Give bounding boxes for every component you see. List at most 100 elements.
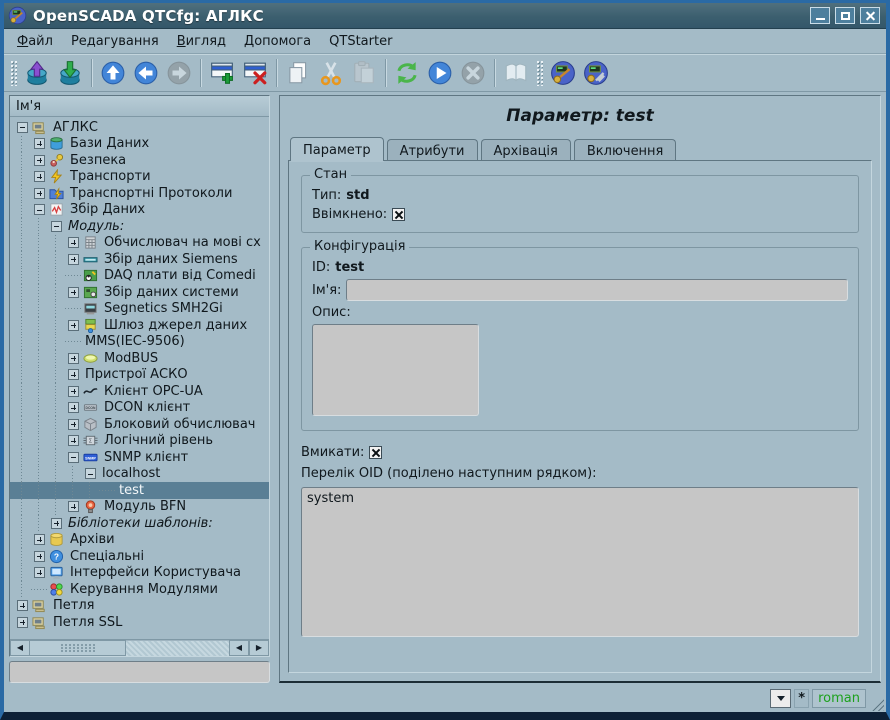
tab-parameter[interactable]: Параметр xyxy=(290,137,384,161)
add-item-button[interactable] xyxy=(206,57,238,89)
close-button[interactable] xyxy=(860,7,880,24)
expand-plus-icon[interactable] xyxy=(34,171,45,182)
expand-plus-icon[interactable] xyxy=(68,287,79,298)
toolbar-drag-handle[interactable] xyxy=(536,60,543,86)
tree-item-selected[interactable]: test xyxy=(10,482,269,499)
collapse-minus-icon[interactable] xyxy=(34,204,45,215)
tree-item[interactable]: Модуль BFN xyxy=(10,499,269,516)
start-button[interactable] xyxy=(424,57,456,89)
manual-button[interactable] xyxy=(500,57,532,89)
tree-item[interactable]: АГЛКС xyxy=(10,119,269,136)
tree-item[interactable]: Бібліотеки шаблонів: xyxy=(10,515,269,532)
tab-attributes[interactable]: Атрибути xyxy=(387,139,478,160)
maximize-button[interactable] xyxy=(835,7,855,24)
expand-plus-icon[interactable] xyxy=(17,617,28,628)
go-up-button[interactable] xyxy=(97,57,129,89)
minimize-button[interactable] xyxy=(810,7,830,24)
menu-item[interactable]: Вигляд xyxy=(168,31,235,52)
description-textarea[interactable] xyxy=(312,324,479,416)
tab-inclusion[interactable]: Включення xyxy=(574,139,677,160)
tab-archiving[interactable]: Архівація xyxy=(481,139,571,160)
expand-plus-icon[interactable] xyxy=(68,353,79,364)
save-to-db-button[interactable] xyxy=(54,57,86,89)
tree-item[interactable]: Збір даних системи xyxy=(10,284,269,301)
expand-plus-icon[interactable] xyxy=(68,320,79,331)
scroll-thumb[interactable] xyxy=(30,640,126,656)
delete-item-button[interactable] xyxy=(239,57,271,89)
toolbar-drag-handle[interactable] xyxy=(10,60,17,86)
tree-item[interactable]: Обчислювач на мові сх xyxy=(10,235,269,252)
expand-plus-icon[interactable] xyxy=(34,551,45,562)
expand-plus-icon[interactable] xyxy=(68,369,79,380)
enabled-checkbox[interactable] xyxy=(392,208,405,221)
collapse-minus-icon[interactable] xyxy=(17,122,28,133)
tree-item[interactable]: Петля SSL xyxy=(10,614,269,631)
tree-item[interactable]: localhost xyxy=(10,466,269,483)
expand-plus-icon[interactable] xyxy=(34,155,45,166)
tree-item[interactable]: Блоковий обчислювач xyxy=(10,416,269,433)
name-input[interactable] xyxy=(346,279,848,301)
collapse-minus-icon[interactable] xyxy=(85,468,96,479)
tree-item[interactable]: DAQ плати від Comedi xyxy=(10,268,269,285)
go-back-button[interactable] xyxy=(130,57,162,89)
tree-item[interactable]: Збір даних Siemens xyxy=(10,251,269,268)
expand-plus-icon[interactable] xyxy=(34,188,45,199)
tree-item[interactable]: Клієнт OPC-UA xyxy=(10,383,269,400)
scroll-step-left-icon[interactable] xyxy=(229,640,249,656)
tree-item[interactable]: Інтерфейси Користувача xyxy=(10,565,269,582)
expand-plus-icon[interactable] xyxy=(68,419,79,430)
status-user[interactable]: roman xyxy=(812,689,866,708)
tree-item[interactable]: Безпека xyxy=(10,152,269,169)
load-from-db-button[interactable] xyxy=(21,57,53,89)
tree-horizontal-scrollbar[interactable] xyxy=(10,639,269,656)
expand-plus-icon[interactable] xyxy=(68,501,79,512)
tree-item[interactable]: ΣЛогічний рівень xyxy=(10,433,269,450)
tree-item[interactable]: Шлюз джерел даних xyxy=(10,317,269,334)
expand-plus-icon[interactable] xyxy=(68,237,79,248)
expand-plus-icon[interactable] xyxy=(68,402,79,413)
tree-item[interactable]: MMS(IEC-9506) xyxy=(10,334,269,351)
expand-plus-icon[interactable] xyxy=(34,138,45,149)
tree-item[interactable]: Модуль: xyxy=(10,218,269,235)
tree-item[interactable]: Архіви xyxy=(10,532,269,549)
tree-item[interactable]: Петля xyxy=(10,598,269,615)
collapse-minus-icon[interactable] xyxy=(51,221,62,232)
scroll-left-icon[interactable] xyxy=(10,640,30,656)
tree-item[interactable]: Пристрої АСКО xyxy=(10,367,269,384)
expand-plus-icon[interactable] xyxy=(68,254,79,265)
tree-item[interactable]: Segnetics SMH2Gi xyxy=(10,301,269,318)
tree-header-name[interactable]: Ім'я xyxy=(10,96,269,117)
qtstarter-config-button[interactable] xyxy=(547,57,579,89)
expand-plus-icon[interactable] xyxy=(51,518,62,529)
expand-plus-icon[interactable] xyxy=(68,386,79,397)
tree-item[interactable]: ?Спеціальні xyxy=(10,548,269,565)
tree-item[interactable]: ModBUS xyxy=(10,350,269,367)
expand-plus-icon[interactable] xyxy=(68,435,79,446)
tree-item[interactable]: DCONDCON клієнт xyxy=(10,400,269,417)
scroll-track[interactable] xyxy=(126,640,229,656)
tree-filter-input[interactable] xyxy=(9,661,270,683)
tree-item[interactable]: Збір Даних xyxy=(10,202,269,219)
expand-plus-icon[interactable] xyxy=(34,534,45,545)
scroll-step-right-icon[interactable] xyxy=(249,640,269,656)
collapse-minus-icon[interactable] xyxy=(68,452,79,463)
menu-item[interactable]: QTStarter xyxy=(320,31,401,52)
expand-plus-icon[interactable] xyxy=(34,567,45,578)
tree-item[interactable]: Бази Даних xyxy=(10,136,269,153)
resize-grip[interactable] xyxy=(871,698,884,711)
menu-item[interactable]: Допомога xyxy=(235,31,320,52)
cut-item-button[interactable] xyxy=(315,57,347,89)
enable-checkbox[interactable] xyxy=(369,446,382,459)
refresh-button[interactable] xyxy=(391,57,423,89)
tree-item[interactable]: Транспортні Протоколи xyxy=(10,185,269,202)
menu-item[interactable]: Редагування xyxy=(62,31,168,52)
status-dropdown-button[interactable] xyxy=(770,689,791,708)
menu-item[interactable]: Файл xyxy=(8,31,62,52)
oid-list-textarea[interactable]: system xyxy=(301,487,859,637)
tree-item[interactable]: Керування Модулями xyxy=(10,581,269,598)
qtstarter-tools-button[interactable] xyxy=(580,57,612,89)
copy-item-button[interactable] xyxy=(282,57,314,89)
tree-item[interactable]: SNMPSNMP клієнт xyxy=(10,449,269,466)
tree-item[interactable]: Транспорти xyxy=(10,169,269,186)
expand-plus-icon[interactable] xyxy=(17,600,28,611)
